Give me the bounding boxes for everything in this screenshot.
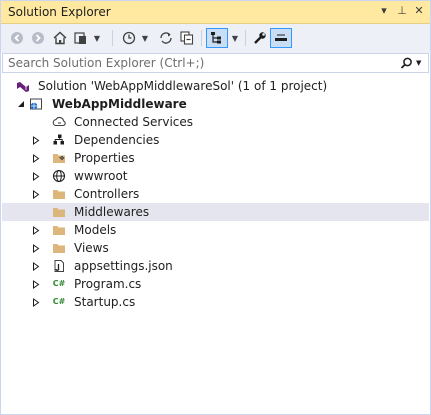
- toolbar-separator: [201, 30, 202, 46]
- search-button[interactable]: ▼: [400, 55, 426, 71]
- collapsed-arrow-icon[interactable]: [30, 239, 42, 257]
- search-input[interactable]: [8, 55, 388, 71]
- search-bar: ▼: [2, 53, 429, 73]
- close-icon[interactable]: ✕: [412, 4, 426, 18]
- sync-with-active-document-icon[interactable]: [156, 28, 176, 48]
- collapsed-arrow-icon[interactable]: [30, 185, 42, 203]
- tree-item-program-cs[interactable]: C# Program.cs: [2, 275, 429, 293]
- folder-icon: [52, 223, 66, 237]
- connected-services-icon: [52, 115, 66, 129]
- tree-item-label: appsettings.json: [74, 259, 173, 273]
- collapse-all-icon[interactable]: [177, 28, 197, 48]
- folder-icon: [52, 187, 66, 201]
- show-all-files-dropdown-icon[interactable]: ▼: [230, 28, 240, 48]
- expanded-arrow-icon[interactable]: [15, 95, 27, 113]
- tree-item-appsettings[interactable]: appsettings.json: [2, 257, 429, 275]
- back-icon[interactable]: [7, 28, 27, 48]
- properties-wrench-icon[interactable]: [250, 28, 270, 48]
- toolbar: ▼ ▼ ▼: [1, 24, 430, 53]
- tree-item-views[interactable]: Views: [2, 239, 429, 257]
- tree-item-solution[interactable]: Solution 'WebAppMiddlewareSol' (1 of 1 p…: [2, 77, 429, 95]
- tree-item-label: Program.cs: [74, 277, 142, 291]
- tree-item-label: Dependencies: [74, 133, 160, 147]
- tree-item-label: Middlewares: [74, 205, 150, 219]
- pending-changes-dropdown-icon[interactable]: ▼: [140, 28, 150, 48]
- tree-item-controllers[interactable]: Controllers: [2, 185, 429, 203]
- pin-icon[interactable]: ⊥: [395, 4, 409, 18]
- pending-changes-filter-icon[interactable]: [119, 28, 139, 48]
- tree-item-properties[interactable]: Properties: [2, 149, 429, 167]
- toolbar-separator: [112, 30, 113, 46]
- solution-explorer-window: Solution Explorer ▾ ⊥ ✕ ▼ ▼ ▼ Search Sol…: [0, 0, 431, 415]
- tree-item-label: Connected Services: [74, 115, 194, 129]
- tree-item-project[interactable]: WebAppMiddleware: [2, 95, 429, 113]
- collapsed-arrow-icon[interactable]: [30, 131, 42, 149]
- tree-item-startup-cs[interactable]: C# Startup.cs: [2, 293, 429, 311]
- csharp-file-icon: C#: [52, 279, 66, 288]
- tree-item-connected-services[interactable]: Connected Services: [2, 113, 429, 131]
- tree-item-label: Views: [74, 241, 109, 255]
- tree-item-label: Startup.cs: [74, 295, 136, 309]
- csharp-file-icon: C#: [52, 297, 66, 306]
- collapsed-arrow-icon[interactable]: [30, 221, 42, 239]
- properties-folder-icon: [52, 151, 66, 165]
- search-options-dropdown-icon[interactable]: ▼: [416, 59, 421, 67]
- window-title: Solution Explorer: [8, 5, 111, 19]
- preview-selected-items-icon[interactable]: [270, 28, 292, 48]
- folder-icon: [52, 205, 66, 219]
- tree-item-label: Models: [74, 223, 117, 237]
- solution-icon: [16, 79, 30, 93]
- collapsed-arrow-icon[interactable]: [30, 293, 42, 311]
- collapsed-arrow-icon[interactable]: [30, 257, 42, 275]
- show-all-files-icon[interactable]: [206, 28, 228, 48]
- switch-views-icon[interactable]: [71, 28, 91, 48]
- web-project-icon: [29, 97, 43, 111]
- title-bar: Solution Explorer ▾ ⊥ ✕: [1, 1, 430, 24]
- tree-item-middlewares[interactable]: Middlewares: [2, 203, 429, 221]
- tree-item-dependencies[interactable]: Dependencies: [2, 131, 429, 149]
- home-icon[interactable]: [50, 28, 70, 48]
- tree-item-label: wwwroot: [74, 169, 128, 183]
- collapsed-arrow-icon[interactable]: [30, 167, 42, 185]
- dependencies-icon: [52, 133, 66, 147]
- tree-item-label: Controllers: [74, 187, 140, 201]
- globe-icon: [52, 169, 66, 183]
- solution-label: Solution 'WebAppMiddlewareSol' (1 of 1 p…: [38, 79, 328, 93]
- tree-item-models[interactable]: Models: [2, 221, 429, 239]
- tree-item-wwwroot[interactable]: wwwroot: [2, 167, 429, 185]
- switch-views-dropdown-icon[interactable]: ▼: [92, 28, 102, 48]
- forward-icon[interactable]: [28, 28, 48, 48]
- dropdown-arrow-icon[interactable]: ▾: [377, 4, 391, 18]
- collapsed-arrow-icon[interactable]: [30, 149, 42, 167]
- search-icon: [400, 57, 412, 69]
- solution-tree: Solution 'WebAppMiddlewareSol' (1 of 1 p…: [2, 77, 429, 311]
- collapsed-arrow-icon[interactable]: [30, 275, 42, 293]
- folder-icon: [52, 241, 66, 255]
- json-file-icon: [52, 259, 66, 273]
- project-label: WebAppMiddleware: [52, 97, 187, 111]
- tree-item-label: Properties: [74, 151, 135, 165]
- toolbar-separator: [245, 30, 246, 46]
